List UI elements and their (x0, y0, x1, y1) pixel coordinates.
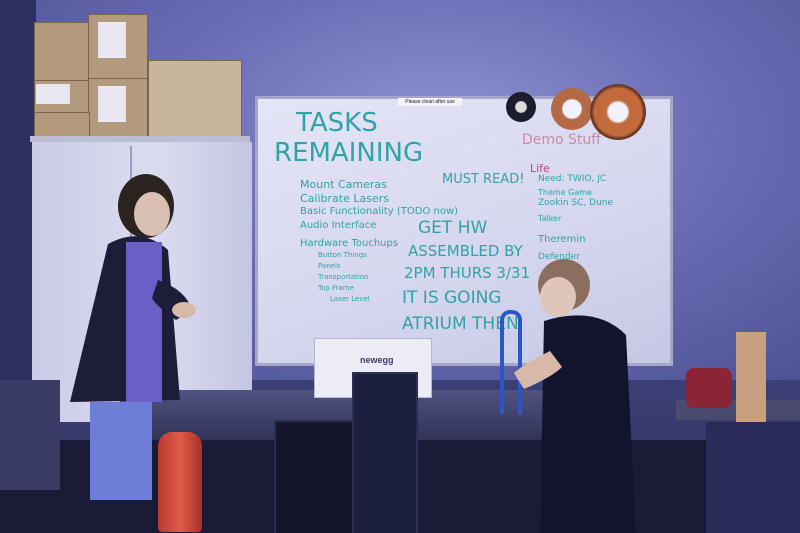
person-right (514, 259, 636, 533)
task-item: Basic Functionality (TODO now) (300, 206, 459, 217)
task-item: Calibrate Lasers (300, 192, 389, 205)
box-brand: newegg (360, 355, 394, 365)
board-title-line1: TASKS (296, 108, 378, 138)
wire-spool (590, 84, 646, 140)
tape-spool (506, 92, 536, 122)
board-title-line2: REMAINING (274, 138, 424, 168)
task-item: Mount Cameras (300, 178, 387, 191)
demo-item: Zookin SC, Dune (538, 198, 614, 208)
hardware-item: Laser Level (330, 295, 370, 303)
demo-item: Talker (538, 214, 562, 223)
demo-item: Theremin (538, 234, 586, 245)
demo-item: Theme Game (538, 188, 592, 197)
board-sign: Please clean after use (398, 98, 462, 106)
shipping-label (36, 84, 70, 104)
monitor (352, 372, 418, 533)
must-read-note: MUST READ! (442, 172, 525, 187)
red-equipment (686, 368, 732, 408)
shipping-label (98, 22, 126, 58)
monitor (274, 420, 362, 533)
demo-header: Demo Stuff (522, 132, 601, 148)
task-item: Audio Interface (300, 220, 377, 231)
lab-photo: Please clean after use TASKS REMAINING M… (0, 0, 800, 533)
cardboard-box (148, 60, 242, 138)
hardware-item: Top Frame (318, 284, 354, 292)
shipping-label (98, 86, 126, 122)
cardboard-box (34, 112, 90, 138)
chair (706, 422, 800, 533)
cardboard-box (34, 22, 90, 82)
wooden-board (736, 332, 766, 422)
hardware-item: Transportation (318, 273, 369, 281)
fire-extinguisher (158, 432, 202, 532)
hardware-header: Hardware Touchups (300, 238, 399, 249)
demo-item: Need: TWIO, JC (538, 174, 607, 184)
storage-bin (0, 380, 60, 490)
hardware-item: Panels (318, 262, 341, 270)
wire-spool (551, 88, 593, 130)
deadline-line1: GET HW (418, 218, 488, 238)
hardware-item: Button Things (318, 251, 367, 259)
atrium-line1: IT IS GOING (402, 288, 502, 308)
